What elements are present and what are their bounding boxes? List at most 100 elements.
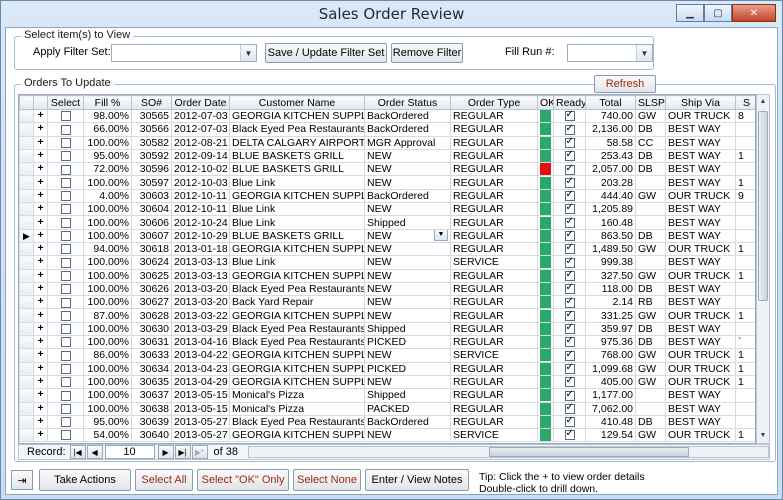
remove-filter-button[interactable]: Remove Filter [391,43,463,63]
ready-checkbox[interactable] [564,310,575,321]
ready-checkbox[interactable] [564,390,575,401]
table-row[interactable]: +100.00% 30637 2013-05-15 Monical's Pizza Sh… [19,388,755,403]
select-checkbox[interactable] [60,284,71,295]
row-selector[interactable] [19,295,34,310]
select-cell[interactable] [47,162,84,177]
column-header[interactable]: Customer Name [229,95,365,110]
expand-icon[interactable]: + [33,295,48,310]
ready-cell[interactable] [553,361,586,376]
column-header[interactable]: Ship Via [665,95,736,110]
table-row[interactable]: +100.00% 30625 2013-03-13 GEORGIA KITCHEN S… [19,268,755,283]
ready-checkbox[interactable] [564,230,575,242]
table-row[interactable]: +100.00% 30624 2013-03-13 Blue Link NEW SERVI… [19,255,755,270]
select-checkbox[interactable] [60,164,71,175]
row-selector[interactable] [19,308,34,323]
select-cell[interactable] [47,148,84,164]
select-none-button[interactable]: Select None [293,469,361,491]
expand-icon[interactable]: + [33,175,48,190]
column-header[interactable]: Order Date [171,95,230,110]
row-selector[interactable] [19,281,34,297]
row-selector[interactable] [19,108,34,124]
select-cell[interactable] [47,268,84,283]
ready-checkbox[interactable] [564,217,575,228]
row-selector[interactable] [19,135,34,150]
ready-cell[interactable] [553,202,586,217]
expand-icon[interactable]: + [33,361,48,376]
enter-view-notes-button[interactable]: Enter / View Notes [365,469,469,491]
table-row[interactable]: +100.00% 30604 2012-10-11 Blue Link NEW REGUL… [19,202,755,217]
ready-cell[interactable] [553,401,586,416]
column-header[interactable]: SLSP [635,95,666,110]
close-button[interactable]: ✕ [732,4,776,22]
table-row[interactable]: +100.00% 30634 2013-04-23 GEORGIA KITCHEN S… [19,361,755,376]
exit-door-icon[interactable]: ⇥ [11,470,33,490]
ready-checkbox[interactable] [564,270,575,281]
select-checkbox[interactable] [60,217,71,228]
select-cell[interactable] [47,348,84,363]
column-header[interactable]: Total [585,95,636,110]
table-row[interactable]: +100.00% 30638 2013-05-15 Monical's Pizza PA… [19,401,755,416]
expand-icon[interactable]: + [33,308,48,323]
row-selector[interactable] [19,215,34,230]
ready-cell[interactable] [553,295,586,310]
order-status[interactable]: NEW ▼ [364,228,451,243]
ready-cell[interactable] [553,388,586,403]
scroll-up-icon[interactable]: ▲ [757,95,769,109]
save-filter-set-button[interactable]: Save / Update Filter Set [265,43,387,63]
select-checkbox[interactable] [60,364,71,374]
row-selector[interactable] [19,414,34,430]
select-checkbox[interactable] [60,337,71,348]
row-selector[interactable] [19,175,34,190]
select-cell[interactable] [47,374,84,390]
ready-checkbox[interactable] [564,376,575,388]
ready-cell[interactable] [553,175,586,190]
select-checkbox[interactable] [60,191,71,202]
table-row[interactable]: +95.00% 30592 2012-09-14 BLUE BASKETS GRILL… [19,148,755,164]
table-row[interactable]: +100.00% 30635 2013-04-29 GEORGIA KITCHEN S… [19,374,755,390]
select-checkbox[interactable] [60,151,71,162]
ready-checkbox[interactable] [564,204,575,215]
row-selector[interactable] [19,162,34,177]
expand-icon[interactable]: + [33,374,48,390]
previous-record-icon[interactable]: ◀ [86,445,103,459]
select-cell[interactable] [47,401,84,416]
select-checkbox[interactable] [60,244,71,255]
table-row[interactable]: +100.00% 30626 2013-03-20 Black Eyed Pea Re… [19,281,755,297]
table-row[interactable]: +100.00% 30582 2012-08-21 DELTA CALGARY AIR… [19,135,755,150]
ready-cell[interactable] [553,255,586,270]
scroll-thumb[interactable] [758,111,768,301]
expand-icon[interactable]: + [33,428,48,443]
ready-checkbox[interactable] [564,283,575,295]
current-record-field[interactable]: 10 [104,445,155,459]
apply-filter-combo[interactable]: ▼ [111,44,257,62]
select-cell[interactable] [47,281,84,297]
table-row[interactable]: +100.00% 30631 2013-04-16 Black Eyed Pea Re… [19,335,755,350]
row-selector[interactable] [19,188,34,204]
select-checkbox[interactable] [60,377,71,388]
select-cell[interactable] [47,414,84,430]
select-checkbox[interactable] [60,430,71,441]
select-cell[interactable] [47,188,84,204]
select-cell[interactable] [47,428,84,443]
ready-checkbox[interactable] [564,430,575,441]
table-row[interactable]: +66.00% 30566 2012-07-03 Black Eyed Pea Res… [19,122,755,137]
select-cell[interactable] [47,175,84,190]
ready-checkbox[interactable] [564,177,575,188]
row-pointer-icon[interactable]: ▶ [19,228,34,243]
table-row[interactable]: +100.00% 30627 2013-03-20 Back Yard Repair N… [19,295,755,310]
ready-cell[interactable] [553,148,586,164]
expand-icon[interactable]: + [33,388,48,403]
ready-cell[interactable] [553,228,586,243]
row-selector[interactable] [19,321,34,337]
table-row[interactable]: +86.00% 30633 2013-04-22 GEORGIA KITCHEN SU… [19,348,755,363]
ready-cell[interactable] [553,215,586,230]
column-header[interactable]: Ready [553,95,586,110]
column-header[interactable]: Select [47,95,84,110]
ready-checkbox[interactable] [564,137,575,148]
table-row[interactable]: +98.00% 30565 2012-07-03 GEORGIA KITCHEN SU… [19,108,755,124]
select-checkbox[interactable] [60,297,71,308]
vertical-scrollbar[interactable]: ▲ ▼ [756,94,770,444]
select-checkbox[interactable] [60,390,71,401]
expand-icon[interactable]: + [33,162,48,177]
table-row[interactable]: ▶ +100.00% 30607 2012-10-29 BLUE BASKETS GRI… [19,228,755,243]
